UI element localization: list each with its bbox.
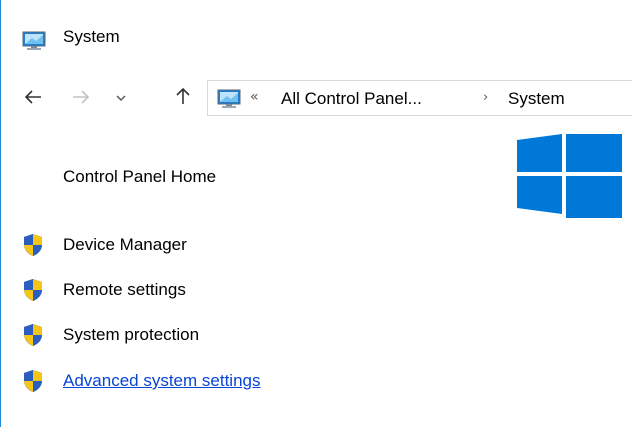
back-button[interactable] — [20, 84, 46, 112]
computer-monitor-icon — [216, 89, 242, 109]
sidebar-item-device-manager[interactable]: Device Manager — [22, 232, 382, 258]
breadcrumb-all-control-panel[interactable]: All Control Panel... — [281, 89, 422, 109]
uac-shield-icon — [22, 369, 44, 393]
breadcrumb-system[interactable]: System — [508, 89, 565, 109]
windows-logo-icon — [517, 128, 622, 224]
arrow-up-icon — [175, 86, 191, 110]
up-button[interactable] — [170, 84, 196, 112]
breadcrumb-separator[interactable]: › — [483, 90, 488, 105]
sidebar-item-label: Advanced system settings — [63, 371, 261, 390]
control-panel-home-link[interactable]: Control Panel Home — [63, 167, 216, 187]
sidebar-item-remote-settings[interactable]: Remote settings — [22, 277, 382, 303]
computer-monitor-icon — [22, 31, 46, 51]
address-bar[interactable]: « All Control Panel... › System — [207, 80, 632, 116]
sidebar-item-label: System protection — [63, 325, 200, 344]
uac-shield-icon — [22, 233, 44, 257]
forward-button[interactable] — [68, 84, 94, 112]
sidebar-item-label: Remote settings — [63, 280, 186, 299]
uac-shield-icon — [22, 323, 44, 347]
sidebar-item-label: Device Manager — [63, 235, 187, 254]
arrow-left-icon — [24, 86, 42, 110]
arrow-right-icon — [72, 86, 90, 110]
recent-locations-button[interactable] — [108, 84, 134, 112]
sidebar-item-system-protection[interactable]: System protection — [22, 322, 382, 348]
breadcrumb-overflow-button[interactable]: « — [250, 89, 259, 105]
window-title: System — [63, 27, 120, 46]
navigation-bar: « All Control Panel... › System — [0, 78, 632, 118]
sidebar-item-advanced-system-settings[interactable]: Advanced system settings — [22, 368, 382, 394]
chevron-down-icon — [116, 91, 126, 105]
title-bar: System — [1, 0, 632, 72]
uac-shield-icon — [22, 278, 44, 302]
